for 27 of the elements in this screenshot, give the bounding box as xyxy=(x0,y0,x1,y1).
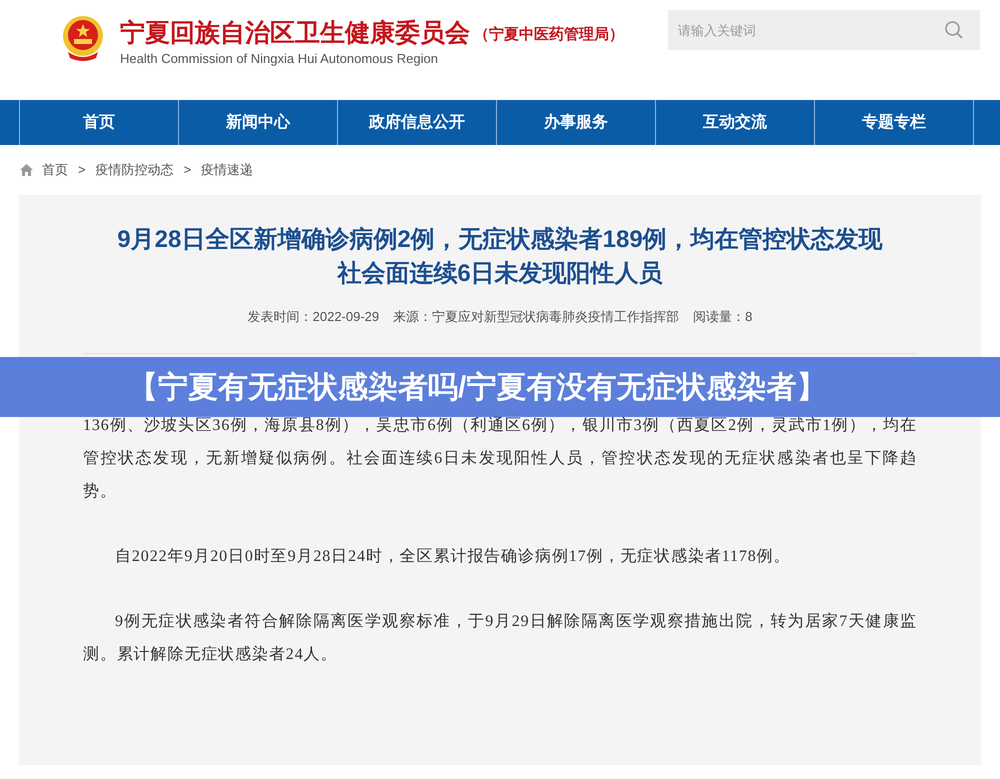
article-title: 9月28日全区新增确诊病例2例，无症状感染者189例，均在管控状态发现 xyxy=(116,225,884,255)
home-icon xyxy=(19,163,34,177)
breadcrumb-separator: > xyxy=(78,161,86,180)
nav-item[interactable]: 互动交流 xyxy=(655,100,814,145)
article-paragraph: 136例、沙坡头区36例，海原县8例），吴忠市6例（利通区6例），银川市3例（西夏区2例，灵武市1例），均在管控状态发现，无新增疑似病例。社会面连续6日未发现阳性人员，管控状态发现的无症状感染者也呈下降趋势。 xyxy=(83,416,917,502)
article-meta: 阅读量：8 xyxy=(693,308,752,326)
article-paragraph: 9例无症状感染者符合解除隔离医学观察标准，于9月29日解除隔离医学观察措施出院，转为居家7天健康监测。累计解除无症状感染者24人。 xyxy=(83,612,917,664)
site-subtitle: （宁夏中医药管理局） xyxy=(474,25,624,45)
nav-item[interactable]: 政府信息公开 xyxy=(337,100,496,145)
article-meta: 发表时间：2022-09-29 xyxy=(248,308,380,326)
nav-item[interactable]: 办事服务 xyxy=(496,100,655,145)
search-field[interactable]: 请输入关键词 xyxy=(668,10,980,50)
nav-item[interactable]: 新闻中心 xyxy=(178,100,337,145)
article-title: 社会面连续6日未发现阳性人员 xyxy=(336,259,664,289)
breadcrumb-link[interactable]: 疫情速递 xyxy=(201,160,254,180)
nav-item[interactable]: 首页 xyxy=(19,100,178,145)
article-meta: 来源：宁夏应对新型冠状病毒肺炎疫情工作指挥部 xyxy=(393,308,680,326)
breadcrumb-link[interactable]: 疫情防控动态 xyxy=(96,160,174,180)
article-paragraph: 自2022年9月20日0时至9月28日24时，全区累计报告确诊病例17例，无症状感染者1178例。 xyxy=(114,546,792,566)
emblem-icon xyxy=(60,14,106,62)
nav-item[interactable]: 专题专栏 xyxy=(814,100,973,145)
breadcrumb-link[interactable]: 首页 xyxy=(42,160,68,180)
breadcrumb-separator: > xyxy=(184,161,192,180)
site-title: 宁夏回族自治区卫生健康委员会 xyxy=(120,18,470,48)
title-banner: 【宁夏有无症状感染者吗/宁夏有没有无症状感染者】 xyxy=(0,357,1000,417)
site-english-name: Health Commission of Ningxia Hui Autonomous Region xyxy=(120,50,439,68)
search-icon[interactable] xyxy=(944,20,964,40)
